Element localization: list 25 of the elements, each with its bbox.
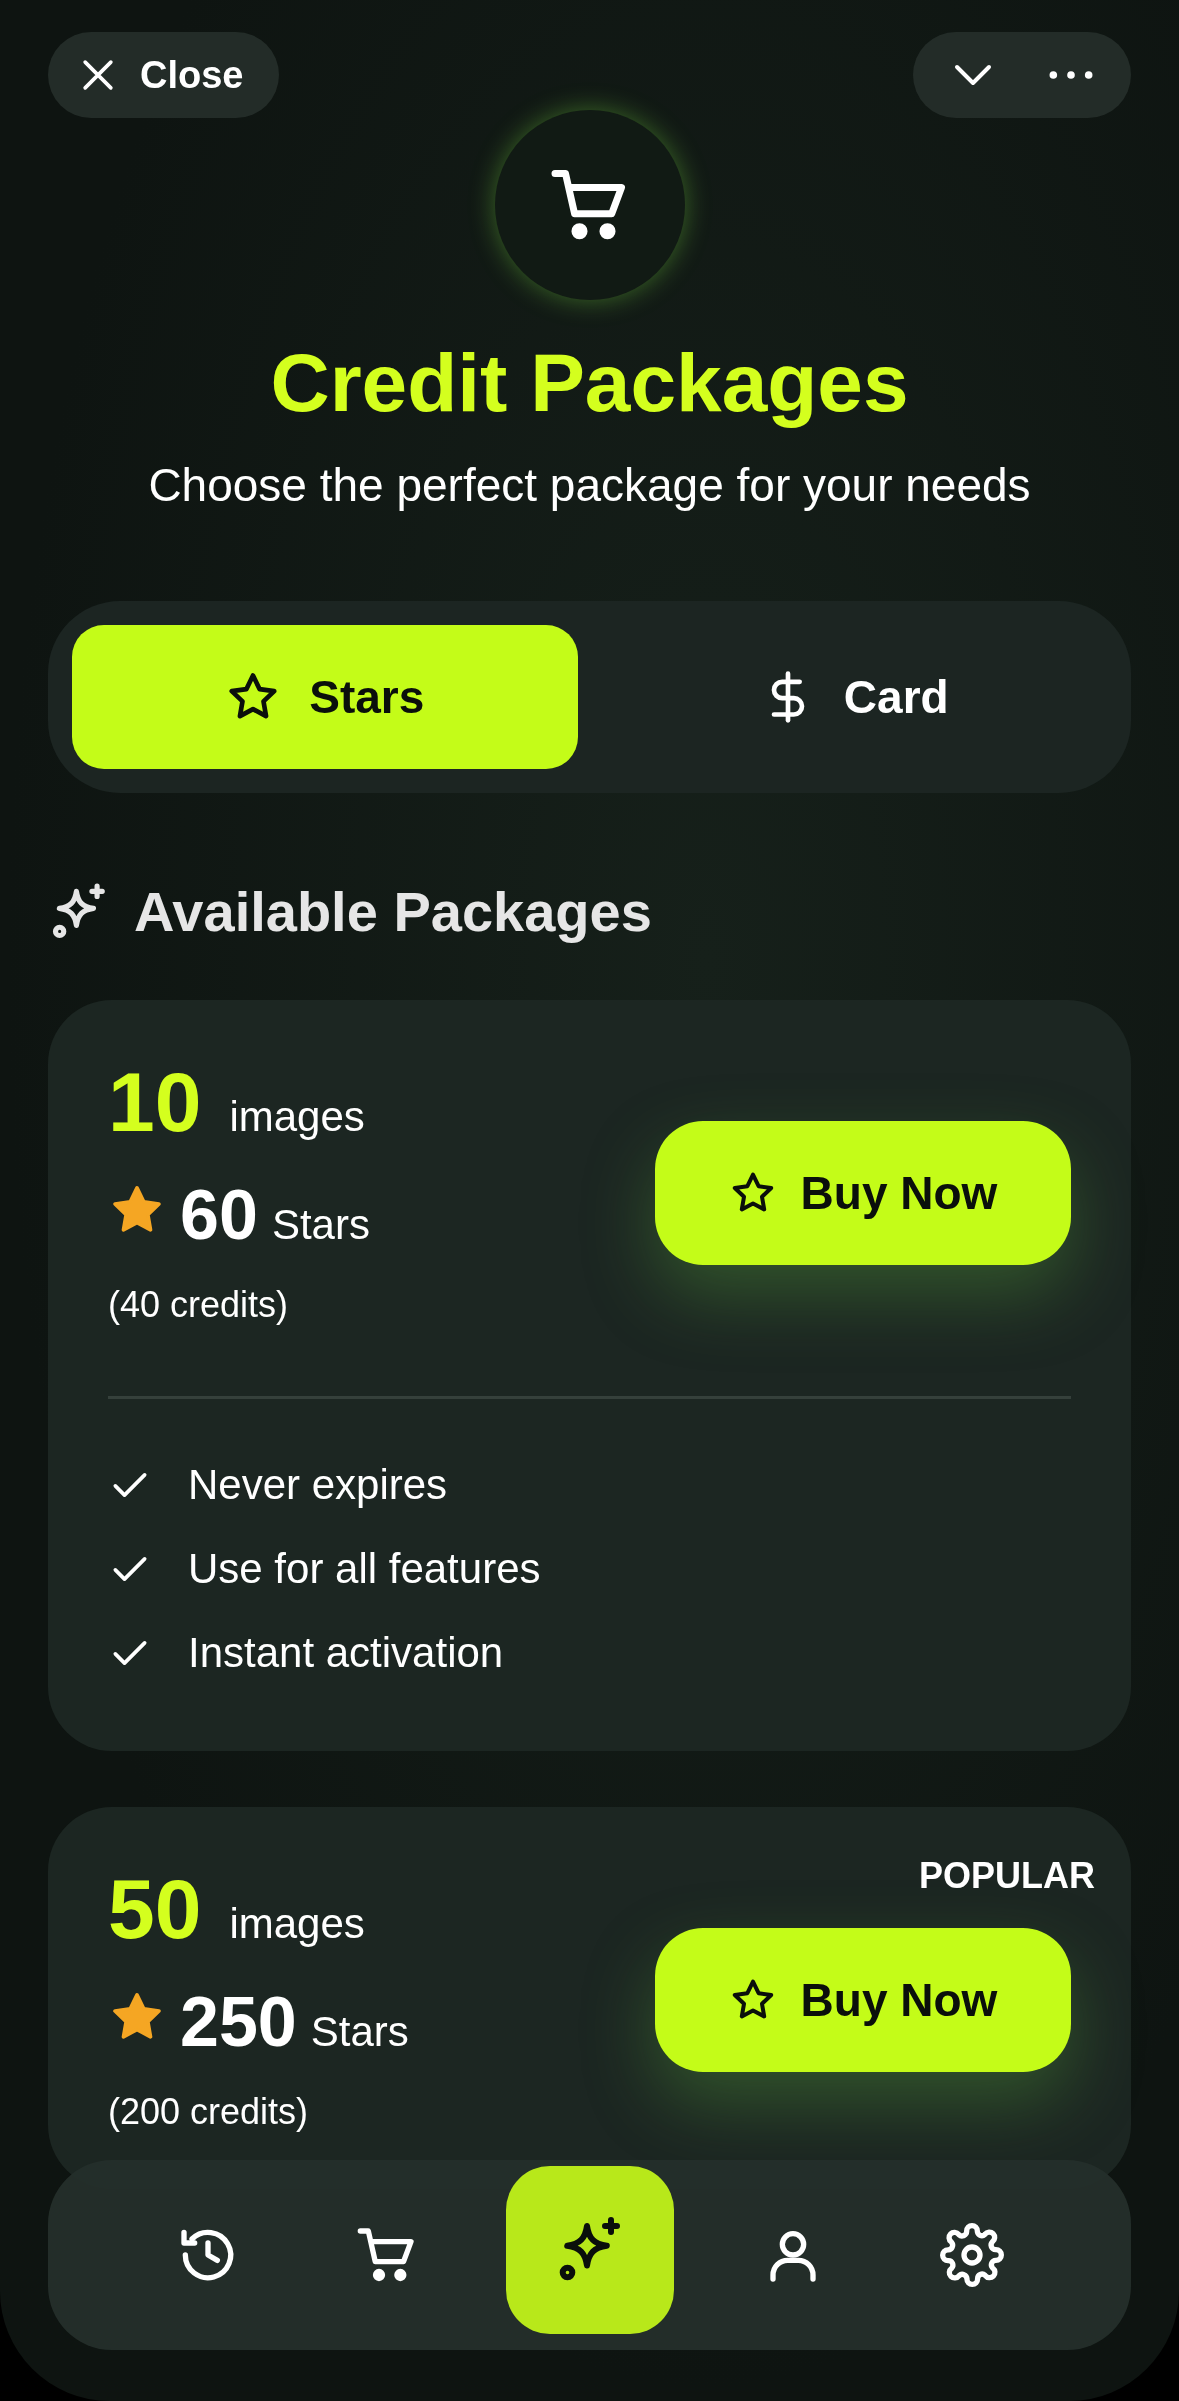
image-count: 50 — [108, 1867, 202, 1952]
payment-tab[interactable]: Stars — [72, 625, 578, 770]
popular-label: POPULAR — [919, 1855, 1095, 1898]
stars-label: Stars — [310, 2008, 409, 2057]
credits-note: (200 credits) — [108, 2091, 310, 2134]
page-title: Credit Packages — [269, 338, 910, 429]
images-label: images — [229, 1093, 365, 1142]
feature-text: Use for all features — [188, 1545, 541, 1594]
settings-icon — [939, 2223, 1004, 2287]
buy-now-button[interactable]: Buy Now — [655, 1121, 1071, 1266]
stars-label: Stars — [271, 1201, 370, 1250]
image-count: 10 — [108, 1060, 202, 1145]
nav-button[interactable] — [505, 2166, 674, 2334]
close-button[interactable]: Close — [48, 32, 280, 118]
stars-price: 250 — [180, 1987, 297, 2058]
credits-note: (40 credits) — [108, 1284, 290, 1327]
more-icon — [1047, 69, 1095, 81]
images-label: images — [229, 1900, 365, 1949]
stars-price: 60 — [180, 1180, 258, 1251]
feature-text: Instant activation — [188, 1629, 504, 1678]
payment-tab[interactable]: Card — [601, 625, 1107, 770]
page-subtitle: Choose the perfect package for your needs — [147, 458, 1032, 514]
feature-text: Never expires — [188, 1461, 448, 1510]
section-title: Available Packages — [134, 879, 652, 945]
buy-now-button[interactable]: Buy Now — [655, 1928, 1071, 2073]
